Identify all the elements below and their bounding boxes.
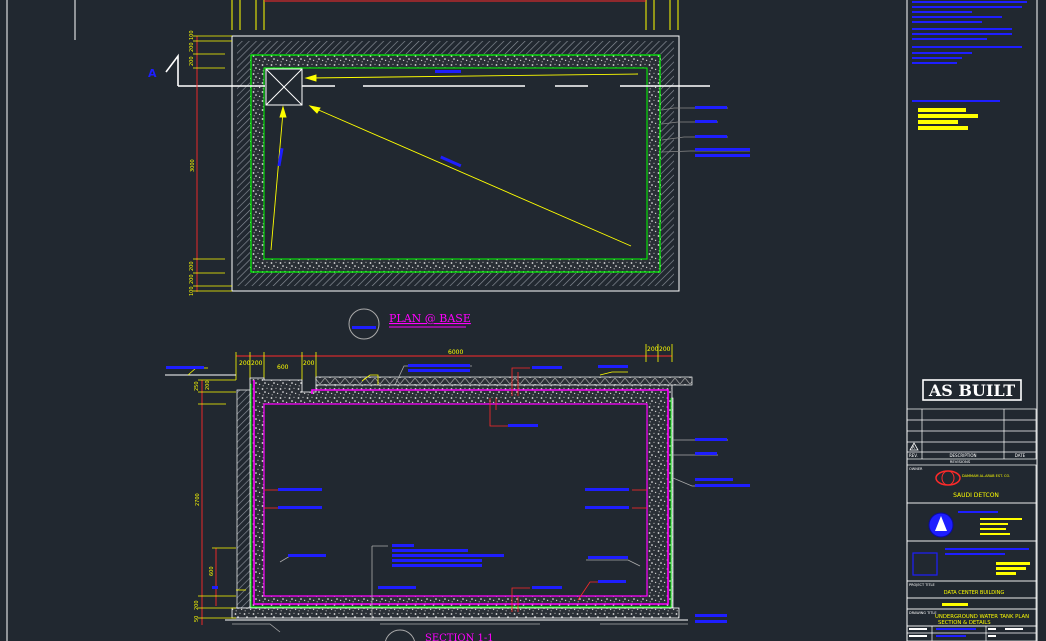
client-name: SAUDI DETCON — [953, 492, 999, 499]
pipe-stubs-top — [231, 0, 679, 30]
section-base-slab — [231, 607, 680, 619]
section-dim-top-left-2: 200 — [205, 380, 211, 390]
section-dim-right-2: 200 — [659, 346, 671, 353]
plan-dim-bottom-3: 100 — [189, 286, 195, 296]
section-dim-left-4: 200 — [303, 360, 315, 367]
section-dim-top-left-1: 250 — [194, 381, 200, 391]
section-left-wall-outer — [236, 389, 252, 609]
ground-surface — [165, 364, 693, 388]
section-view: 6000 200 200 600 200 200 200 250 200 270… — [165, 344, 750, 641]
section-green-membrane — [250, 384, 672, 608]
section-concrete-body — [249, 377, 673, 609]
revision-marker: A — [912, 445, 915, 450]
section-marker-label: A — [148, 67, 157, 80]
section-dim-lower: 600 — [209, 566, 215, 576]
plan-dim-height: 3000 — [190, 159, 196, 172]
section-dim-left-1: 200 — [239, 360, 251, 367]
plan-dim-bottom-2: 200 — [189, 274, 195, 284]
notes-panel — [906, 597, 1037, 610]
plan-dim-top-2: 200 — [189, 42, 195, 52]
client-caption: OWNER — [909, 467, 923, 471]
plan-title: PLAN @ BASE — [389, 312, 471, 325]
plan-dim-top-1: 100 — [189, 30, 195, 40]
plan-notes-right — [661, 106, 750, 157]
plan-dim-bottom-1: 200 — [189, 261, 195, 271]
section-notes-right — [672, 438, 750, 623]
description-header: DESCRIPTION — [949, 453, 976, 458]
as-built-text: AS BUILT — [928, 381, 1015, 400]
revision-table — [906, 408, 1037, 460]
ground-soil — [232, 623, 688, 633]
plan-title-bar — [352, 326, 376, 329]
drawing-title-line2: SECTION & DETAILS — [938, 620, 991, 626]
rev-header: REV. — [909, 453, 918, 458]
consultant-panel — [906, 502, 1037, 542]
section-dim-right-1: 200 — [647, 346, 659, 353]
section-dim-left-2: 200 — [251, 360, 263, 367]
drawing-title-label: DRAWING TITLE — [909, 611, 937, 615]
plan-dimension-left: 100 200 200 3000 200 200 100 — [189, 30, 232, 296]
plan-view: A 100 200 200 3000 200 200 100 PLAN @ BA… — [148, 0, 750, 340]
revisions-caption: REVISIONS — [950, 459, 971, 464]
cad-drawing-canvas: A 100 200 200 3000 200 200 100 PLAN @ BA… — [6, 0, 1038, 641]
legend-yellow-bars — [918, 108, 978, 130]
general-notes — [912, 1, 1027, 102]
section-dim-height: 2700 — [195, 493, 201, 506]
project-name: DATA CENTER BUILDING — [944, 590, 1005, 596]
project-label: PROJECT TITLE — [909, 583, 935, 587]
plan-note-blue — [435, 70, 461, 73]
date-header: DATE — [1015, 453, 1026, 458]
title-block: AS BUILT A REV. DESCRIPTION DATE REVISIO… — [906, 1, 1037, 641]
section-dim-base-1: 200 — [194, 600, 200, 610]
client-logo-icon — [935, 470, 961, 486]
section-magenta-membrane-inner — [263, 403, 648, 597]
section-title-bubble — [385, 629, 415, 641]
section-dim-left-3: 600 — [277, 364, 289, 371]
client-brand-name: DAMMAM AL-ARAB EST. CO. — [962, 474, 1010, 478]
section-dim-base-2: 50 — [194, 616, 200, 622]
section-magenta-membrane — [253, 380, 669, 605]
plan-dim-top-3: 200 — [189, 56, 195, 66]
section-title: SECTION 1-1 — [425, 633, 494, 641]
plan-note-blue — [440, 155, 462, 168]
contractor-logo-icon — [912, 552, 938, 576]
section-dim-width: 6000 — [448, 349, 463, 356]
plan-title-bubble — [348, 308, 380, 340]
plan-note-blue — [277, 147, 284, 167]
consultant-address — [958, 511, 1022, 535]
